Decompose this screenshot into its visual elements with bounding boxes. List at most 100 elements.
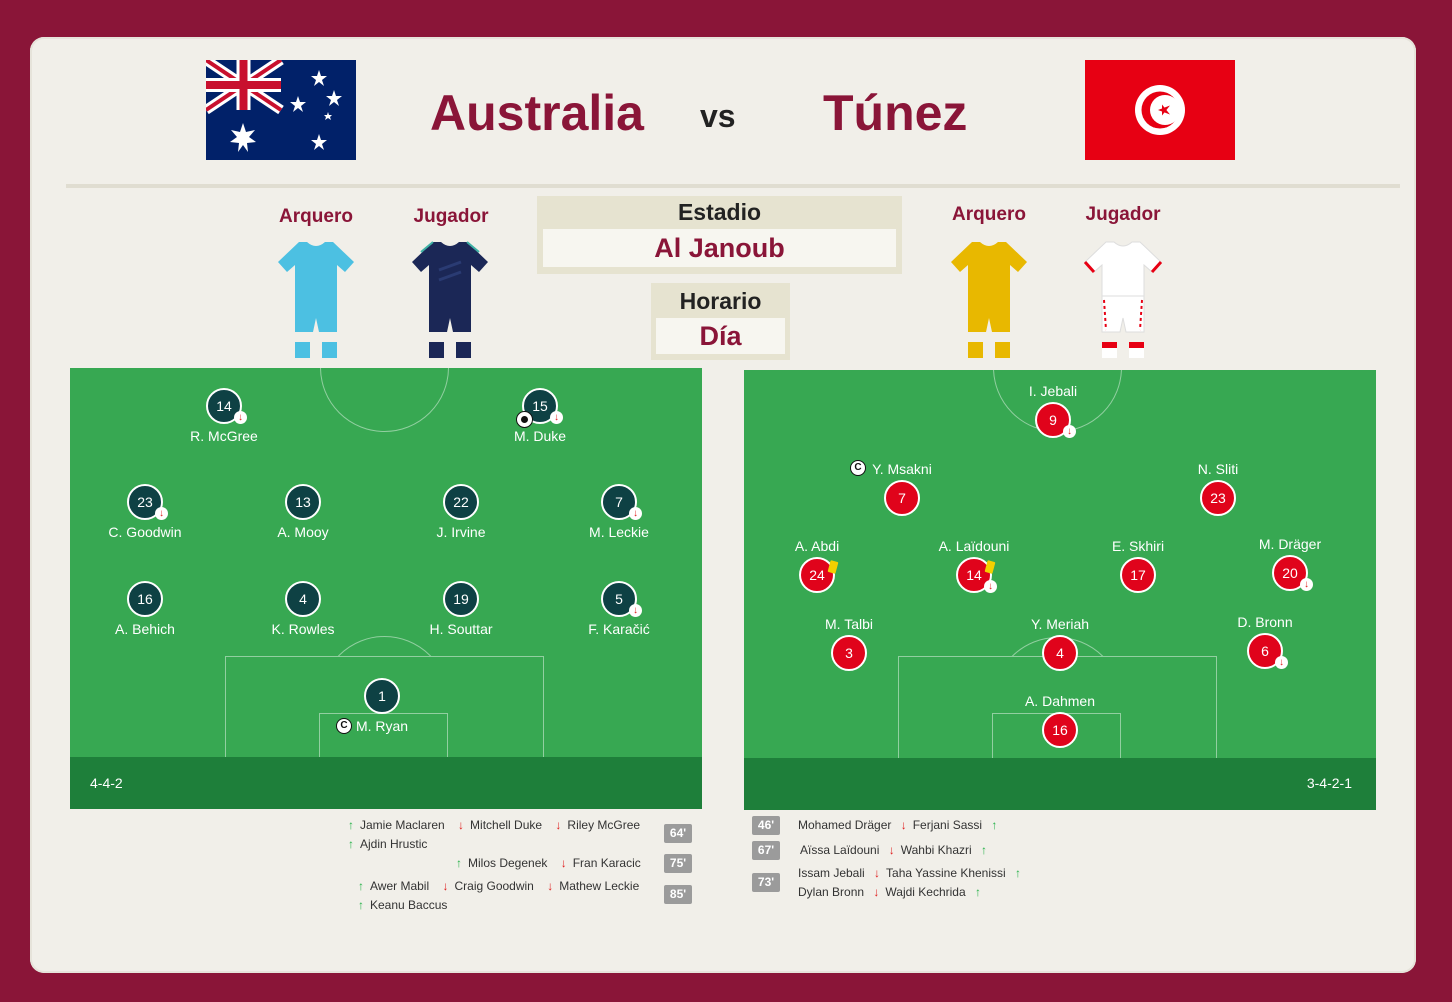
home-sub-row: ↑ Keanu Baccus: [358, 898, 447, 912]
sub-in-icon: ↑: [975, 885, 981, 899]
player-name: A. Behich: [115, 621, 175, 637]
away-sub-minute-badge: 67': [752, 841, 780, 860]
sub-player: Craig Goodwin: [454, 879, 534, 893]
sub-out-icon: ↓: [550, 411, 563, 424]
away-sub-row: Mohamed Dräger ↓ Ferjani Sassi ↑: [798, 818, 1003, 832]
sub-player: Dylan Bronn: [798, 885, 865, 899]
away-formation: 3-4-2-1: [1306, 775, 1352, 791]
player-name: A. Abdi: [794, 538, 840, 554]
sub-out-icon: ↓: [873, 885, 880, 899]
sub-out-icon: ↓: [629, 604, 642, 617]
sub-player: Taha Yassine Khenissi: [886, 866, 1006, 880]
center-circle: [320, 368, 449, 432]
sub-player: Fran Karacic: [572, 856, 641, 870]
home-sub-minute-badge: 64': [664, 824, 692, 843]
formation-band: [744, 758, 1376, 810]
time-label: Horario: [679, 288, 762, 314]
home-team-name: Australia: [430, 85, 644, 141]
sub-player: Jamie Maclaren: [360, 818, 445, 832]
sub-in-icon: ↑: [456, 856, 462, 870]
home-goalkeeper-kit-label: Arquero: [279, 206, 353, 227]
home-pitch: 4-4-2 14 ↓ R. McGree 15 ↓ M. Duke 23 ↓ C…: [70, 368, 702, 809]
sub-in-icon: ↑: [348, 818, 354, 832]
sub-player: Aïssa Laïdouni: [800, 843, 880, 857]
australia-flag: [206, 60, 356, 160]
home-sub-row: ↑ Awer Mabil ↓ Craig Goodwin ↓ Mathew Lecki…: [358, 879, 639, 893]
sub-player: Riley McGree: [567, 818, 641, 832]
sub-in-icon: ↑: [1015, 866, 1022, 880]
home-sub-row: ↑ Ajdin Hrustic: [348, 837, 427, 851]
home-sub-minute-badge: 85': [664, 885, 692, 904]
sub-out-icon: ↓: [900, 818, 907, 832]
sub-out-icon: ↓: [555, 818, 562, 832]
away-sub-row: Dylan Bronn ↓ Wajdi Kechrida ↑: [798, 885, 987, 899]
sub-player: Mathew Leckie: [559, 879, 640, 893]
player-name: K. Rowles: [271, 621, 335, 637]
sub-out-icon: ↓: [874, 866, 881, 880]
away-sub-row: Aïssa Laïdouni ↓ Wahbi Khazri ↑: [800, 843, 993, 857]
home-sub-minute-badge: 75': [664, 854, 692, 873]
player-name: M. Leckie: [589, 524, 649, 540]
player-number: 16: [1042, 712, 1078, 748]
player-name: I. Jebali: [1028, 383, 1078, 399]
sub-out-icon: ↓: [442, 879, 449, 893]
sub-out-icon: ↓: [984, 580, 997, 593]
player-name: E. Skhiri: [1111, 538, 1165, 554]
sub-out-icon: ↓: [560, 856, 567, 870]
player-number: 1: [364, 678, 400, 714]
stadium-label: Estadio: [677, 199, 762, 225]
player-name: D. Bronn: [1237, 614, 1293, 630]
yellow-card-icon: [984, 560, 996, 574]
player-number: 3: [831, 635, 867, 671]
player-name: A. Dahmen: [1024, 693, 1096, 709]
sub-player: Mohamed Dräger: [798, 818, 892, 832]
home-formation: 4-4-2: [90, 775, 123, 791]
sub-out-icon: ↓: [888, 843, 895, 857]
sub-player: Wajdi Kechrida: [885, 885, 966, 899]
player-number: 13: [285, 484, 321, 520]
stadium-box: Estadio Al Janoub: [537, 196, 902, 274]
player-name: M. Talbi: [825, 616, 873, 632]
player-number: 22: [443, 484, 479, 520]
away-team-name: Túnez: [823, 85, 968, 141]
player-name: N. Sliti: [1197, 461, 1239, 477]
player-number: 19: [443, 581, 479, 617]
sub-in-icon: ↑: [348, 837, 354, 851]
sub-player: Keanu Baccus: [370, 898, 448, 912]
sub-out-icon: ↓: [629, 507, 642, 520]
player-number: 4: [1042, 635, 1078, 671]
sub-player: Ferjani Sassi: [912, 818, 983, 832]
sub-player: Issam Jebali: [798, 866, 865, 880]
player-name: Y. Meriah: [1030, 616, 1090, 632]
home-player-kit-label: Jugador: [413, 206, 489, 227]
tunisia-flag: [1085, 60, 1235, 160]
player-name: A. Laïdouni: [938, 538, 1010, 554]
sub-player: Awer Mabil: [370, 879, 430, 893]
player-name: A. Mooy: [277, 524, 329, 540]
header-divider: [66, 184, 1400, 188]
home-sub-row: ↑ Milos Degenek ↓ Fran Karacic: [456, 856, 641, 870]
time-value: Día: [656, 318, 785, 354]
away-sub-row: Issam Jebali ↓ Taha Yassine Khenissi ↑: [798, 866, 1027, 880]
sub-out-icon: ↓: [155, 507, 168, 520]
away-sub-minute-badge: 73': [752, 873, 780, 892]
sub-out-icon: ↓: [1275, 656, 1288, 669]
sub-in-icon: ↑: [358, 898, 364, 912]
player-number: 4: [285, 581, 321, 617]
sub-in-icon: ↑: [981, 843, 987, 857]
away-player-kit-icon: [1084, 240, 1162, 360]
player-name: H. Souttar: [429, 621, 493, 637]
sub-in-icon: ↑: [358, 879, 364, 893]
away-sub-minute-badge: 46': [752, 816, 780, 835]
sub-out-icon: ↓: [458, 818, 465, 832]
captain-icon: C: [850, 460, 866, 476]
home-sub-row: ↑ Jamie Maclaren ↓ Mitchell Duke ↓ Riley Mc…: [348, 818, 640, 832]
stadium-value: Al Janoub: [543, 229, 896, 267]
sub-player: Milos Degenek: [468, 856, 548, 870]
sub-player: Ajdin Hrustic: [360, 837, 428, 851]
yellow-card-icon: [827, 560, 839, 574]
sub-out-icon: ↓: [234, 411, 247, 424]
goal-ball-icon: [516, 411, 533, 428]
home-player-kit-icon: [411, 240, 489, 360]
formation-band: [70, 757, 702, 809]
